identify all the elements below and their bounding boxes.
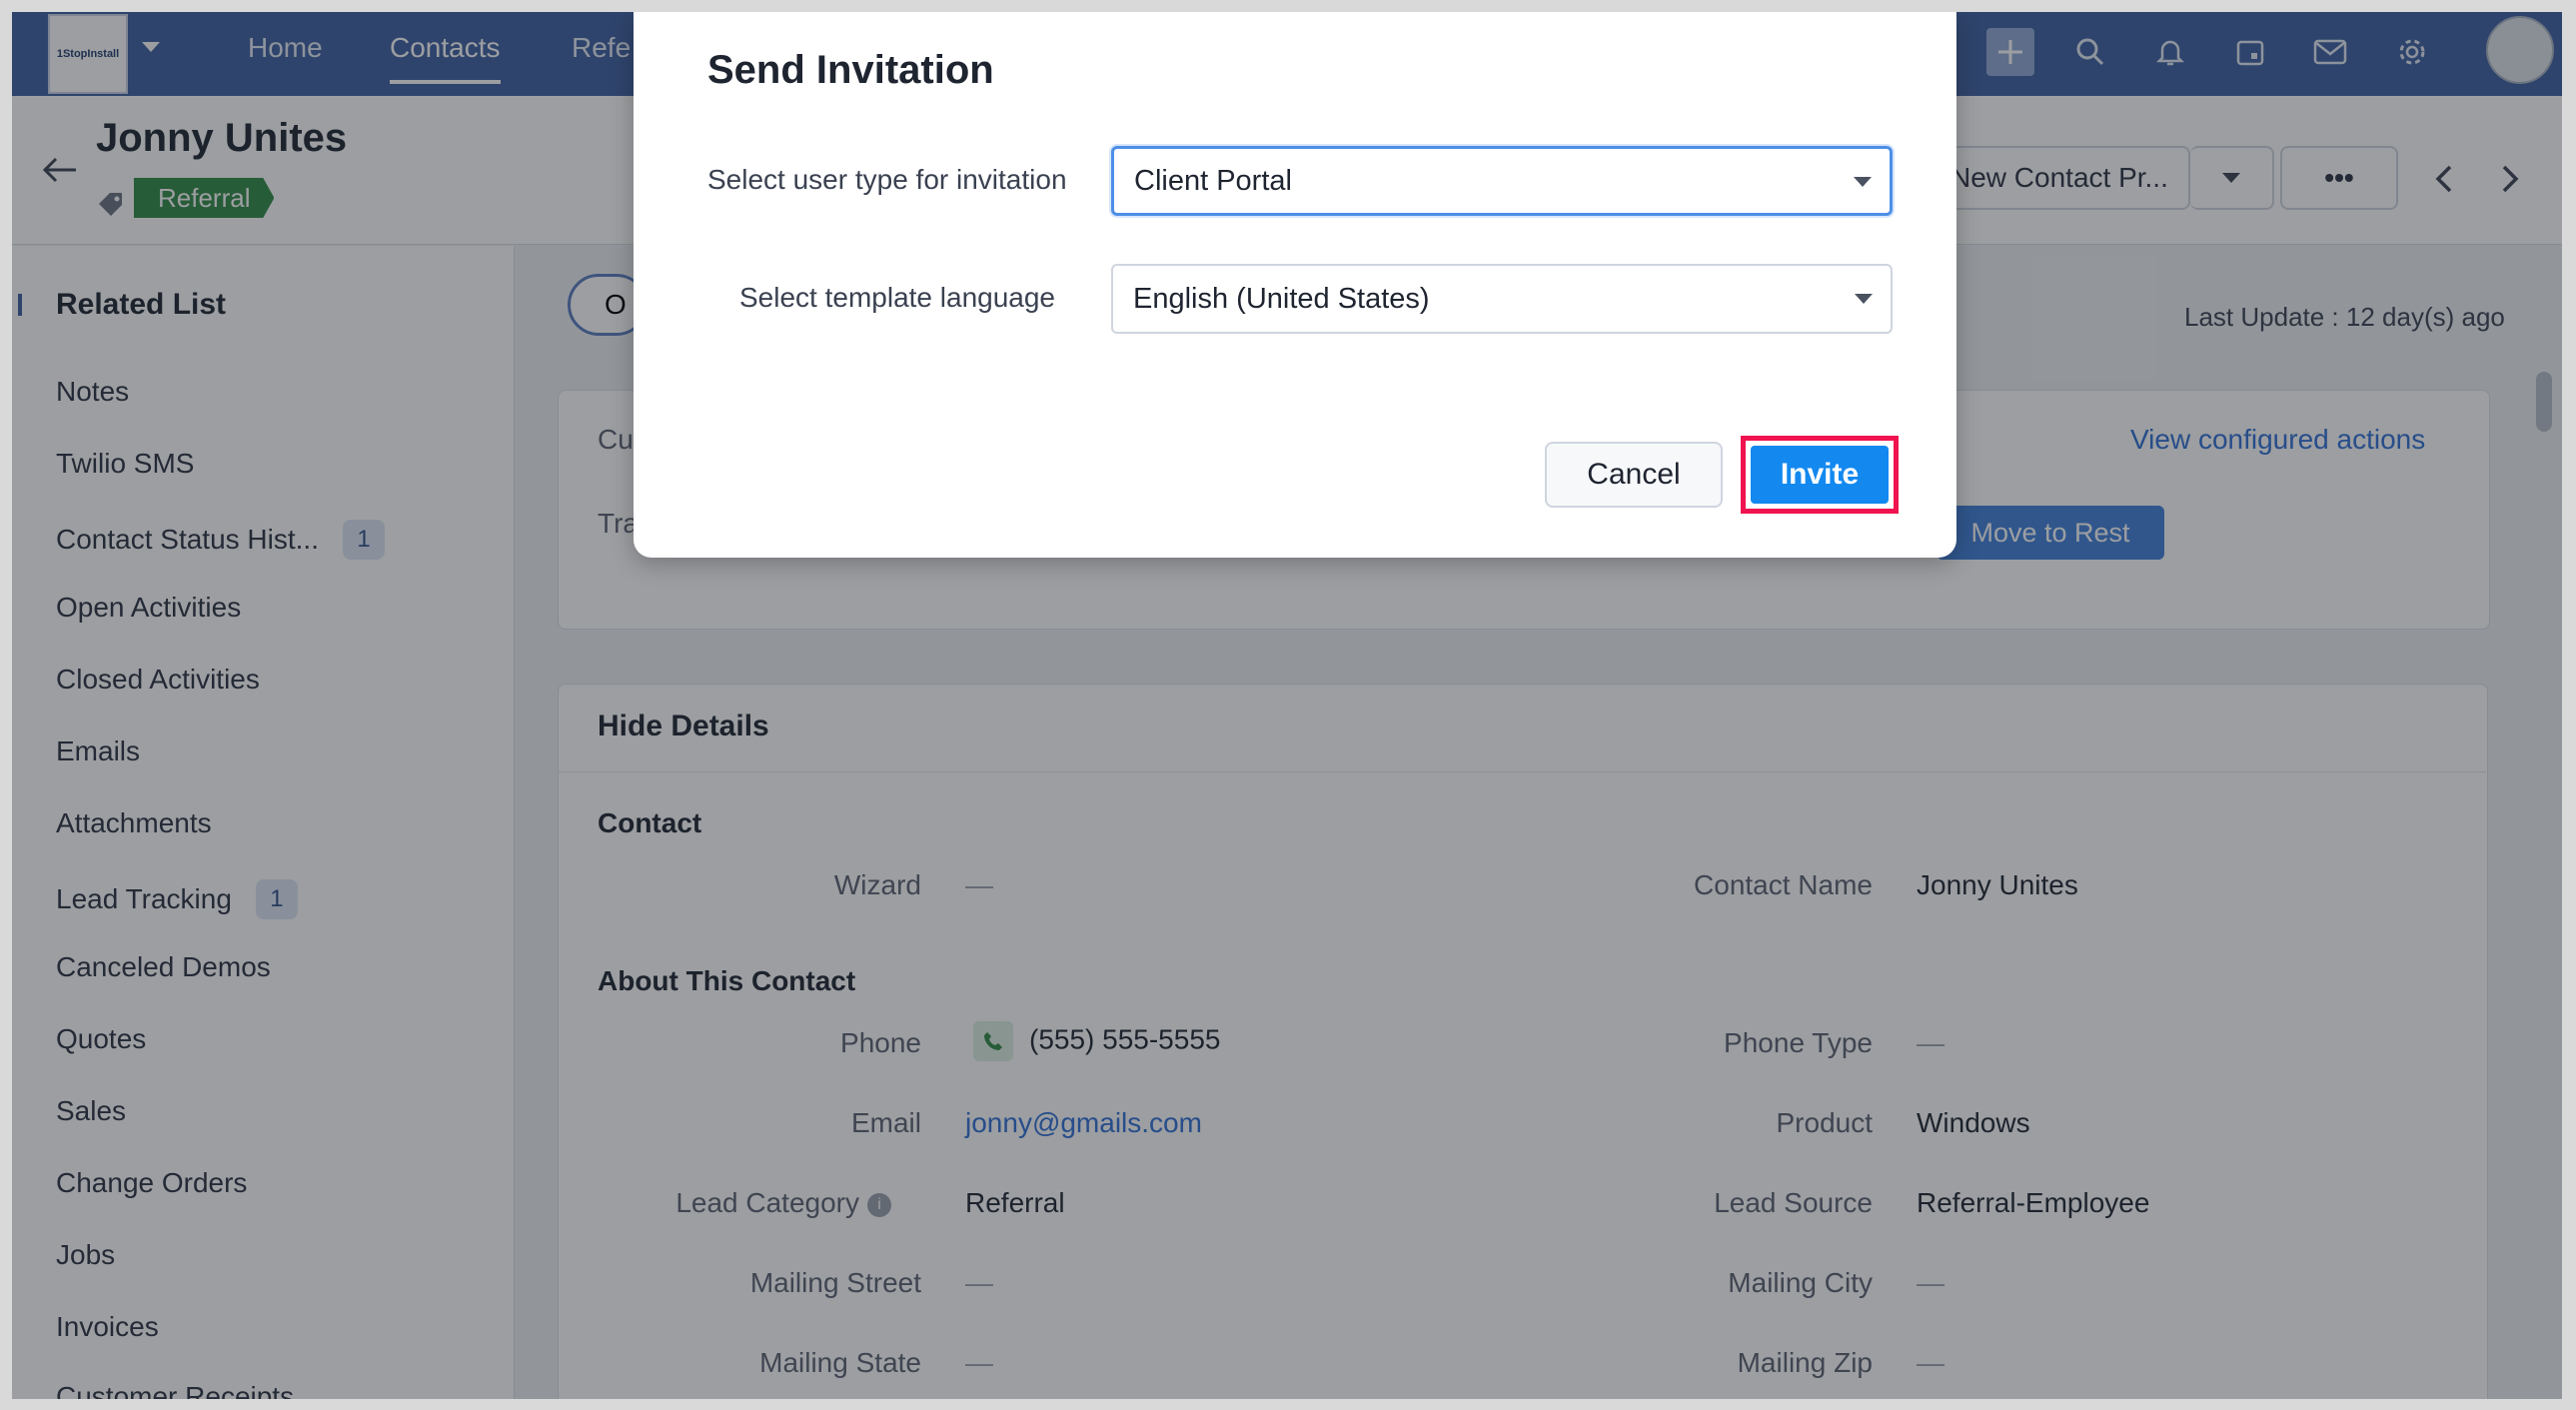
invite-button[interactable]: Invite: [1751, 446, 1889, 504]
chevron-down-icon: [1854, 177, 1872, 187]
template-language-label: Select template language: [739, 282, 1055, 313]
template-language-select[interactable]: English (United States): [1111, 264, 1893, 334]
app-window: 1StopInstall Home Contacts Refe Jonny Un…: [12, 12, 2562, 1399]
cancel-button[interactable]: Cancel: [1545, 442, 1723, 508]
send-invitation-dialog: Send Invitation Select user type for inv…: [634, 12, 1956, 558]
user-type-label: Select user type for invitation: [707, 164, 1067, 195]
user-type-select[interactable]: Client Portal: [1111, 146, 1893, 216]
dialog-title: Send Invitation: [707, 48, 994, 92]
chevron-down-icon: [1855, 294, 1873, 304]
